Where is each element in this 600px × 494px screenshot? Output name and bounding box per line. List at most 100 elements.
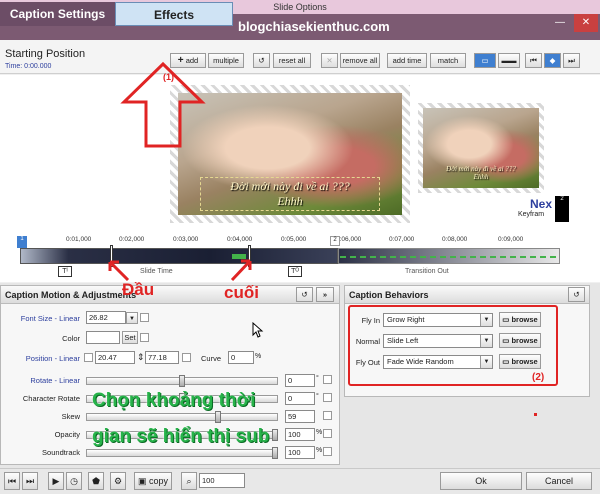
soundtrack-lock-checkbox[interactable]: [323, 447, 332, 456]
rotate-slider-knob[interactable]: [179, 375, 185, 387]
next-label: Nex: [530, 197, 553, 211]
previous-keyframe-icon[interactable]: ⏮: [525, 53, 542, 68]
char-rotate-label: Character Rotate: [22, 394, 80, 403]
skew-slider[interactable]: [86, 413, 278, 421]
color-lock-checkbox[interactable]: [140, 333, 149, 342]
soundtrack-slider[interactable]: [86, 449, 278, 457]
add-time-button[interactable]: add time: [387, 53, 427, 68]
caption-motion-title: Caption Motion & Adjustments: [1, 286, 339, 304]
match-button[interactable]: match: [430, 53, 466, 68]
swap-icon[interactable]: ⇕: [137, 352, 145, 363]
remove-all-button[interactable]: remove all: [340, 53, 380, 68]
start-annotation: Đầu: [122, 280, 155, 299]
motion-expand-icon[interactable]: »: [316, 287, 334, 302]
annotation-1: (1): [163, 72, 174, 82]
zoom-field[interactable]: 100: [199, 473, 245, 488]
cancel-button[interactable]: Cancel: [526, 472, 592, 490]
position-lock-checkbox[interactable]: [182, 353, 191, 362]
end-arrow-annotation: [230, 259, 252, 282]
mark-icon[interactable]: ⬟: [88, 472, 104, 490]
instruction-line-1: Chọn khoảng thời: [92, 390, 256, 411]
zoom-icon[interactable]: ⌕: [181, 472, 197, 490]
font-size-field[interactable]: 26.82: [86, 311, 126, 324]
start-marker-number: 1: [20, 236, 24, 242]
behaviors-highlight-box: [348, 305, 558, 386]
red-dot: [534, 413, 537, 416]
copy-icon: ▣: [137, 476, 147, 486]
tick-label: 0:08,000: [442, 236, 468, 243]
caption-line-2: Ehhh: [277, 194, 303, 208]
opacity-field[interactable]: 100: [285, 428, 315, 441]
tick-label: 0:02,000: [119, 236, 145, 243]
opacity-slider-knob[interactable]: [272, 429, 278, 441]
keyframe-label: Keyfram: [518, 211, 545, 218]
tab-effects[interactable]: Effects: [115, 2, 233, 26]
opacity-percent-unit: %: [316, 429, 323, 436]
keyframe-marker-icon[interactable]: ◆: [544, 53, 561, 68]
view-single-icon[interactable]: ▭: [474, 53, 496, 68]
behaviors-reset-icon[interactable]: ↺: [568, 287, 585, 302]
position-y-field[interactable]: 77.18: [145, 351, 179, 364]
remove-icon[interactable]: ✕: [321, 53, 338, 68]
timeline-start-marker[interactable]: 1: [17, 236, 27, 248]
position-link-checkbox[interactable]: [84, 353, 93, 362]
soundtrack-slider-knob[interactable]: [272, 447, 278, 459]
close-button[interactable]: ✕: [574, 14, 598, 32]
end-annotation: cuối: [224, 283, 259, 302]
char-rotate-degree-unit: °: [316, 393, 319, 400]
skip-back-icon[interactable]: ⏮: [4, 472, 20, 490]
curve-field[interactable]: 0: [228, 351, 254, 364]
position-label: Position - Linear: [25, 354, 80, 363]
caption-line-1: Đời mới này đi về ai ???: [230, 179, 350, 193]
watermark-text: blogchiasekienthuc.com: [238, 19, 390, 34]
char-rotate-lock-checkbox[interactable]: [323, 393, 332, 402]
curve-label: Curve: [200, 354, 221, 363]
transition-out-icon[interactable]: Tᴼ: [288, 266, 302, 277]
tick-label: 0:01,000: [66, 236, 92, 243]
next-keyframe-icon[interactable]: ⏭: [563, 53, 580, 68]
instruction-line-2: gian sẽ hiển thị sub: [92, 426, 270, 447]
start-arrow-annotation: [108, 260, 130, 282]
next-caption-preview: Đời mới này đi về ai ??? Ehhh: [426, 165, 536, 181]
undo-icon[interactable]: ↺: [253, 53, 270, 68]
color-label: Color: [62, 334, 80, 343]
tab-caption-settings[interactable]: Caption Settings: [0, 2, 115, 26]
reset-all-button[interactable]: reset all: [273, 53, 311, 68]
slide-time-track[interactable]: [20, 248, 338, 264]
view-split-icon[interactable]: ▬▬: [498, 53, 520, 68]
copy-button[interactable]: ▣ copy: [134, 472, 172, 490]
motion-reset-icon[interactable]: ↺: [296, 287, 313, 302]
next-preview-frame: Đời mới này đi về ai ??? Ehhh: [418, 103, 544, 193]
color-set-button[interactable]: Set: [122, 331, 138, 344]
skew-field[interactable]: 59: [285, 410, 315, 423]
timer-icon[interactable]: ◷: [66, 472, 82, 490]
transition-out-label: Transition Out: [405, 268, 449, 275]
transition-in-icon[interactable]: Tᴵ: [58, 266, 72, 277]
opacity-lock-checkbox[interactable]: [323, 429, 332, 438]
rotate-field[interactable]: 0: [285, 374, 315, 387]
skip-forward-icon[interactable]: ⏭: [22, 472, 38, 490]
keyframe-number: 2: [560, 196, 564, 202]
gear-icon[interactable]: ⚙: [110, 472, 126, 490]
rotate-label: Rotate - Linear: [30, 376, 80, 385]
minimize-button[interactable]: —: [548, 14, 572, 32]
tick-label: 0:07,000: [389, 236, 415, 243]
char-rotate-field[interactable]: 0: [285, 392, 315, 405]
mouse-cursor-icon: [252, 322, 264, 338]
skew-lock-checkbox[interactable]: [323, 411, 332, 420]
multiple-button[interactable]: multiple: [208, 53, 244, 68]
opacity-label: Opacity: [54, 430, 80, 439]
font-size-lock-checkbox[interactable]: [140, 313, 149, 322]
position-x-field[interactable]: 20.47: [95, 351, 135, 364]
timeline-end-marker[interactable]: 2: [330, 236, 340, 246]
font-size-dropdown-icon[interactable]: ▼: [126, 312, 138, 324]
tick-label: 0:09,000: [498, 236, 524, 243]
soundtrack-field[interactable]: 100: [285, 446, 315, 459]
rotate-lock-checkbox[interactable]: [323, 375, 332, 384]
skew-slider-knob[interactable]: [215, 411, 221, 423]
color-swatch[interactable]: [86, 331, 120, 344]
play-icon[interactable]: ▶: [48, 472, 64, 490]
ok-button[interactable]: Ok: [440, 472, 522, 490]
annotation-2: (2): [532, 372, 545, 383]
caption-preview[interactable]: Đời mới này đi về ai ??? Ehhh: [200, 177, 380, 211]
